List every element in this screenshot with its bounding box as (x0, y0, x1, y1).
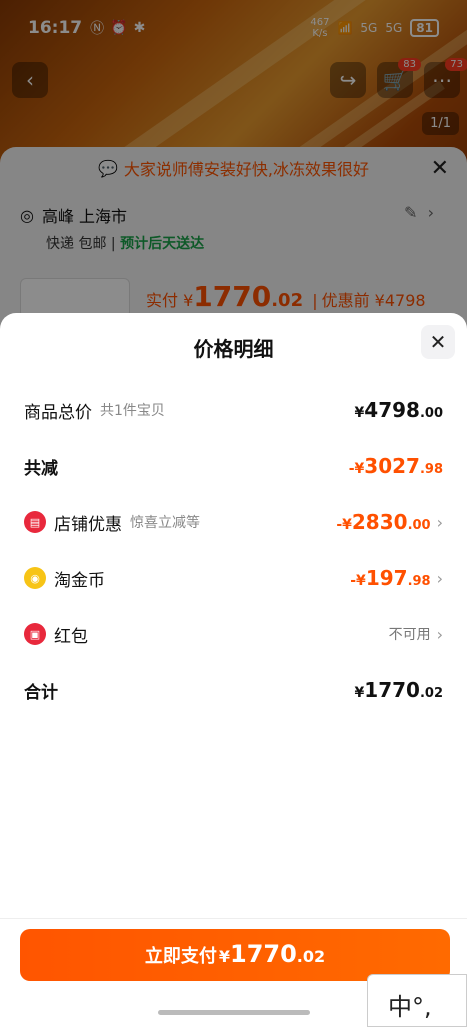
row-goods-total: 商品总价 共1件宝贝 ¥4798.00 (24, 398, 443, 423)
row-red-packet[interactable]: ▣ 红包 不可用 › (24, 618, 443, 650)
chevron-right-icon: › (436, 568, 443, 588)
chevron-right-icon: › (436, 624, 443, 644)
shop-icon: ▤ (24, 511, 46, 533)
chevron-right-icon: › (436, 512, 443, 532)
row-taojinbi[interactable]: ◉ 淘金币 -¥ 197.98 › (24, 562, 443, 594)
row-total-discount: 共减 -¥ 3027.98 (24, 454, 443, 479)
close-icon: ✕ (429, 330, 447, 354)
price-detail-sheet: 价格明细 ✕ 商品总价 共1件宝贝 ¥4798.00 共减 -¥ 3027.98 … (0, 313, 467, 1027)
ime-floating-indicator[interactable]: 中°, (367, 974, 467, 1027)
home-indicator[interactable] (158, 1010, 310, 1015)
red-packet-icon: ▣ (24, 623, 46, 645)
sum-value: ¥1770.02 (354, 678, 443, 702)
goods-total-value: ¥4798.00 (354, 398, 443, 422)
row-shop-discount[interactable]: ▤ 店铺优惠 惊喜立减等 -¥ 2830.00 › (24, 506, 443, 538)
row-sum: 合计 ¥1770.02 (24, 678, 443, 703)
sheet-title: 价格明细 (193, 337, 274, 361)
shop-discount-value: -¥ 2830.00 (336, 510, 431, 534)
red-packet-status: 不可用 (388, 627, 431, 643)
taojinbi-value: -¥ 197.98 (350, 566, 431, 590)
total-discount-value: -¥ 3027.98 (348, 454, 443, 478)
sheet-close-button[interactable]: ✕ (421, 325, 455, 359)
coin-icon: ◉ (24, 567, 46, 589)
